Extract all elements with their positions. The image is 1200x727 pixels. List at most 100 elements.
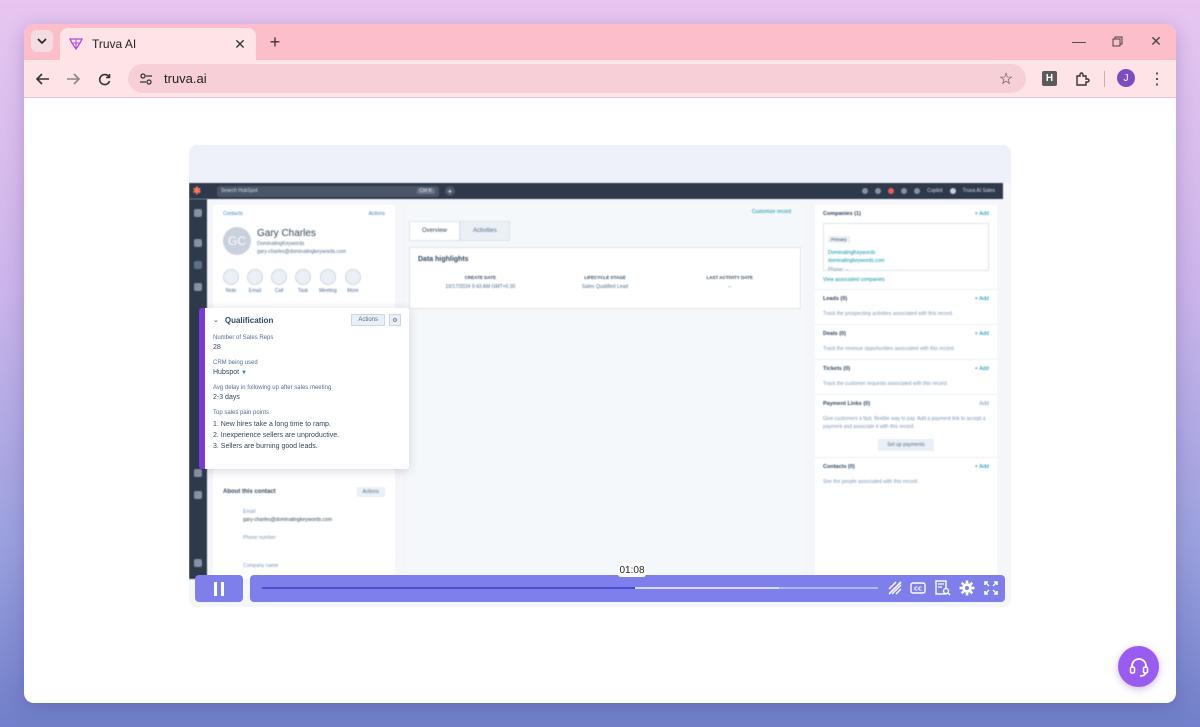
back-button[interactable] [30, 66, 56, 92]
back-to-contacts-link: Contacts [223, 211, 243, 217]
arrow-left-icon [36, 73, 49, 85]
contact-avatar: GC [223, 227, 251, 255]
meeting-action: Meeting [319, 269, 337, 294]
extensions-puzzle-icon[interactable] [1069, 66, 1095, 92]
about-email-label: Email [243, 509, 256, 515]
payment-text: Give customers a fast, flexible way to p… [823, 416, 986, 430]
pain-point-item: 3. Sellers are burning good leads. [213, 443, 318, 450]
url-text[interactable]: truva.ai [164, 71, 992, 86]
address-bar[interactable]: truva.ai ☆ [128, 64, 1026, 93]
progress-bar[interactable] [262, 587, 878, 589]
contacts-add: + Add [974, 464, 989, 470]
truva-logo-icon [68, 36, 84, 52]
video-frame[interactable]: ✱ Search HubSpot Ctrl K + Copilot Truva … [189, 183, 1011, 607]
pain-points-list: 1. New hires take a long time to ramp. 2… [213, 419, 401, 452]
bell-icon [914, 188, 921, 194]
tickets-text: Track the customer requests associated w… [823, 381, 948, 387]
grid-nav-icon [194, 239, 202, 247]
crm-value-text: Hubspot [213, 369, 240, 376]
contacts-title: Contacts (0) [823, 464, 855, 470]
last-activity-value: -- [728, 284, 732, 290]
task-icon [295, 269, 311, 285]
settings-icon [901, 188, 908, 194]
svg-text:CC: CC [914, 587, 922, 593]
create-date-value: 10/17/2024 9:43 AM GMT+5:30 [445, 284, 516, 290]
tab-truva[interactable]: Truva AI ✕ [60, 28, 256, 60]
quick-actions: Note Email Call Task Meeting More [213, 255, 395, 294]
contact-company: DominatingKeywords [257, 240, 305, 247]
browser-menu-icon[interactable]: ⋮ [1147, 66, 1167, 92]
close-window-icon[interactable]: ✕ [1141, 30, 1171, 52]
contact-right-panel: Companies (1) + Add Primary DominatingKey… [815, 205, 997, 579]
contacts-text: See the people associated with this reco… [823, 479, 919, 485]
overview-tab: Overview [409, 221, 461, 241]
task-action: Task [295, 269, 311, 294]
restore-icon[interactable] [1102, 30, 1132, 52]
support-chat-button[interactable] [1118, 646, 1159, 687]
tickets-section: Tickets (0) + Add Track the customer requ… [815, 360, 997, 395]
qualification-card: ⌄ Qualification Actions ⚙ Number of Sale… [199, 308, 409, 469]
payment-links-section: Payment Links (0) Add Give customers a fa… [815, 395, 997, 458]
phone-icon [862, 188, 869, 194]
forward-button[interactable] [60, 66, 86, 92]
video-card: ✱ Search HubSpot Ctrl K + Copilot Truva … [189, 145, 1011, 607]
about-title: About this contact [223, 489, 276, 495]
fullscreen-icon[interactable] [982, 579, 1000, 597]
marketplace-icon [875, 188, 882, 194]
captions-icon[interactable]: CC [909, 579, 927, 597]
sales-reps-value: 28 [213, 344, 221, 351]
minimize-icon[interactable]: — [1064, 30, 1094, 52]
payment-title: Payment Links (0) [823, 401, 871, 407]
tab-search-button[interactable] [31, 30, 53, 52]
companies-title: Companies (1) [823, 211, 861, 217]
company-card: Primary DominatingKeywords dominatingkey… [823, 223, 989, 273]
note-icon [223, 269, 239, 285]
site-info-icon[interactable] [132, 65, 160, 93]
crm-value: Hubspot ▼ [213, 369, 401, 376]
data-highlights-card: Data highlights CREATE DATE 10/17/2024 9:… [409, 247, 801, 309]
reload-icon [98, 73, 110, 85]
sales-reps-label: Number of Sales Reps [213, 335, 274, 341]
bookmark-star-icon[interactable]: ☆ [992, 65, 1020, 93]
lifecycle-header: LIFECYCLE STAGE [584, 275, 626, 280]
transcript-search-icon[interactable] [934, 579, 952, 597]
about-company-label: Company name [243, 563, 279, 569]
tab-strip: Truva AI ✕ + — ✕ [24, 24, 1176, 60]
reload-button[interactable] [91, 66, 117, 92]
about-phone-label: Phone number [243, 535, 276, 541]
profile-avatar[interactable]: J [1117, 69, 1135, 87]
browser-toolbar: truva.ai ☆ H J ⋮ [24, 60, 1176, 98]
hubspot-logo-icon: ✱ [192, 185, 202, 197]
pause-button[interactable] [195, 575, 243, 602]
extension-h-icon[interactable]: H [1042, 71, 1057, 86]
customize-record-link: Customize record [751, 209, 791, 215]
pain-points-label: Top sales pain points [213, 410, 270, 416]
highlights-title: Data highlights [418, 256, 469, 263]
copilot-label: Copilot [927, 188, 943, 194]
more-label: More [347, 288, 359, 294]
last-activity-header: LAST ACTIVITY DATE [706, 275, 753, 280]
animation-off-icon[interactable] [886, 579, 904, 597]
email-label: Email [248, 288, 262, 294]
settings-gear-icon[interactable] [958, 579, 976, 597]
account-label: Truva AI Sales [962, 188, 995, 194]
contact-name: Gary Charles [257, 227, 316, 239]
tab-title: Truva AI [92, 37, 137, 51]
new-tab-button[interactable]: + [264, 31, 286, 53]
close-tab-icon[interactable]: ✕ [230, 34, 250, 54]
bookmark-nav-icon [194, 209, 202, 217]
hubspot-search-placeholder: Search HubSpot [221, 188, 258, 194]
deals-add: + Add [974, 331, 989, 337]
note-label: Note [225, 288, 237, 294]
leads-title: Leads (0) [823, 296, 848, 302]
deals-section: Deals (0) + Add Track the revenue opportu… [815, 325, 997, 360]
hubspot-search: Search HubSpot Ctrl K [217, 185, 439, 197]
activities-tab: Activities [460, 221, 510, 241]
arrow-right-icon [67, 73, 80, 85]
view-companies-link: View associated companies [823, 277, 885, 283]
pain-point-item: 2. Inexperience sellers are unproductive… [213, 432, 340, 439]
more-action: More [344, 269, 361, 294]
contact-actions-link: Actions [368, 211, 385, 217]
companies-add: + Add [974, 211, 989, 217]
call-action: Call [271, 269, 287, 294]
